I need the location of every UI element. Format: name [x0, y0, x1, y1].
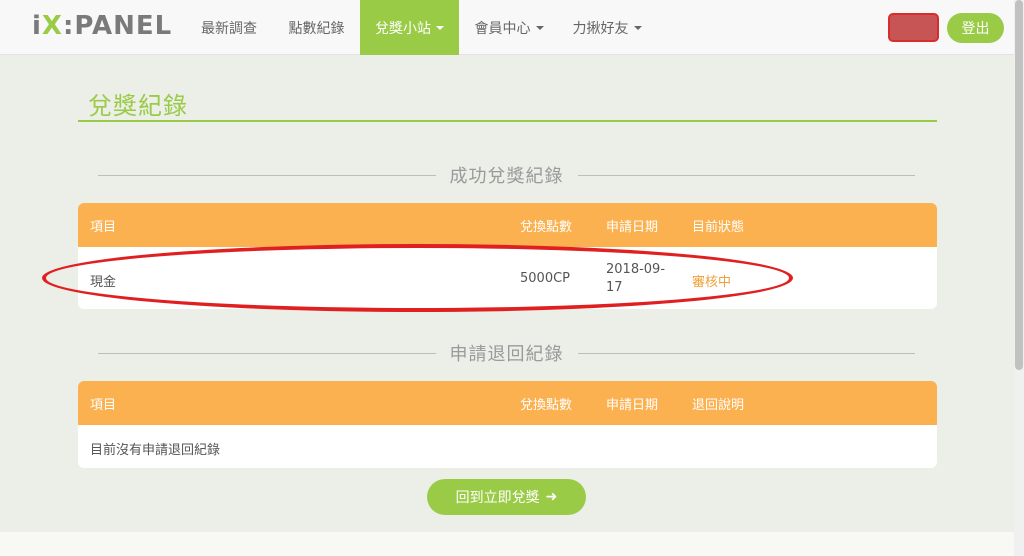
- nav-points-records[interactable]: 點數紀錄: [273, 0, 360, 55]
- title-divider: [78, 120, 937, 122]
- nav-points-records-label: 點數紀錄: [288, 20, 345, 37]
- top-navbar: i X:PANEL 最新調查 點數紀錄 兌獎小站 會員中心 力揪好友 登出: [0, 0, 1014, 55]
- success-section-title: 成功兌獎紀錄: [449, 166, 564, 187]
- column-header-date: 申請日期: [606, 397, 659, 413]
- nav-invite-friends-label: 力揪好友: [572, 20, 629, 37]
- ixpanel-logo[interactable]: i X:PANEL: [32, 9, 172, 43]
- logo-prefix: i: [32, 11, 42, 41]
- logout-button[interactable]: 登出: [947, 13, 1004, 43]
- success-records-table: 項目 兌換點數 申請日期 目前狀態 現金 5000CP 2018-09- 17 …: [78, 203, 937, 309]
- back-to-redeem-button[interactable]: 回到立即兌獎 ➜: [427, 479, 586, 515]
- column-header-status: 目前狀態: [692, 219, 745, 235]
- column-header-refund-note: 退回說明: [692, 397, 745, 413]
- heading-rule-right: [577, 174, 915, 176]
- scrollbar-thumb[interactable]: [1015, 0, 1023, 370]
- success-section-heading: 成功兌獎紀錄: [98, 163, 915, 187]
- nav-latest-surveys[interactable]: 最新調查: [186, 0, 272, 55]
- column-header-points: 兌換點數: [520, 219, 573, 235]
- page-title: 兌獎紀錄: [88, 92, 188, 120]
- heading-rule-left: [98, 174, 436, 176]
- empty-message: 目前沒有申請退回紀錄: [90, 443, 221, 458]
- heading-rule-right: [577, 352, 915, 354]
- page-scrollbar[interactable]: [1014, 0, 1024, 556]
- table-row: 現金 5000CP 2018-09- 17 審核中: [78, 247, 937, 309]
- table-header: 項目 兌換點數 申請日期 退回說明: [78, 381, 937, 425]
- table-header: 項目 兌換點數 申請日期 目前狀態: [78, 203, 937, 247]
- empty-row: 目前沒有申請退回紀錄: [78, 425, 937, 468]
- footer-strip: [0, 532, 1014, 556]
- nav-member-center-label: 會員中心: [474, 20, 531, 37]
- cell-status: 審核中: [692, 275, 732, 290]
- chevron-down-icon: [633, 25, 642, 30]
- back-to-redeem-label: 回到立即兌獎: [455, 490, 540, 506]
- chevron-down-icon: [436, 25, 444, 30]
- cell-points: 5000CP: [520, 271, 571, 286]
- arrow-right-icon: ➜: [545, 489, 558, 505]
- cell-date-line2: 17: [606, 280, 623, 295]
- cell-date-line1: 2018-09-: [606, 262, 666, 277]
- refund-section-heading: 申請退回紀錄: [98, 341, 915, 365]
- nav-redeem-station[interactable]: 兌獎小站: [360, 0, 459, 55]
- column-header-item: 項目: [90, 219, 117, 235]
- logo-rest: :PANEL: [62, 11, 173, 41]
- logo-x: X: [41, 11, 63, 41]
- nav-member-center[interactable]: 會員中心: [460, 0, 558, 55]
- column-header-item: 項目: [90, 397, 117, 413]
- heading-rule-left: [98, 352, 436, 354]
- nav-invite-friends[interactable]: 力揪好友: [558, 0, 656, 55]
- column-header-points: 兌換點數: [520, 397, 573, 413]
- refund-records-table: 項目 兌換點數 申請日期 退回說明 目前沒有申請退回紀錄: [78, 381, 937, 468]
- logout-label: 登出: [961, 21, 990, 37]
- chevron-down-icon: [535, 25, 544, 30]
- cell-item: 現金: [90, 275, 117, 290]
- nav-redeem-station-label: 兌獎小站: [375, 20, 431, 37]
- column-header-date: 申請日期: [606, 219, 659, 235]
- redacted-user-box[interactable]: [888, 13, 939, 42]
- nav-latest-surveys-label: 最新調查: [201, 20, 257, 37]
- refund-section-title: 申請退回紀錄: [449, 344, 564, 365]
